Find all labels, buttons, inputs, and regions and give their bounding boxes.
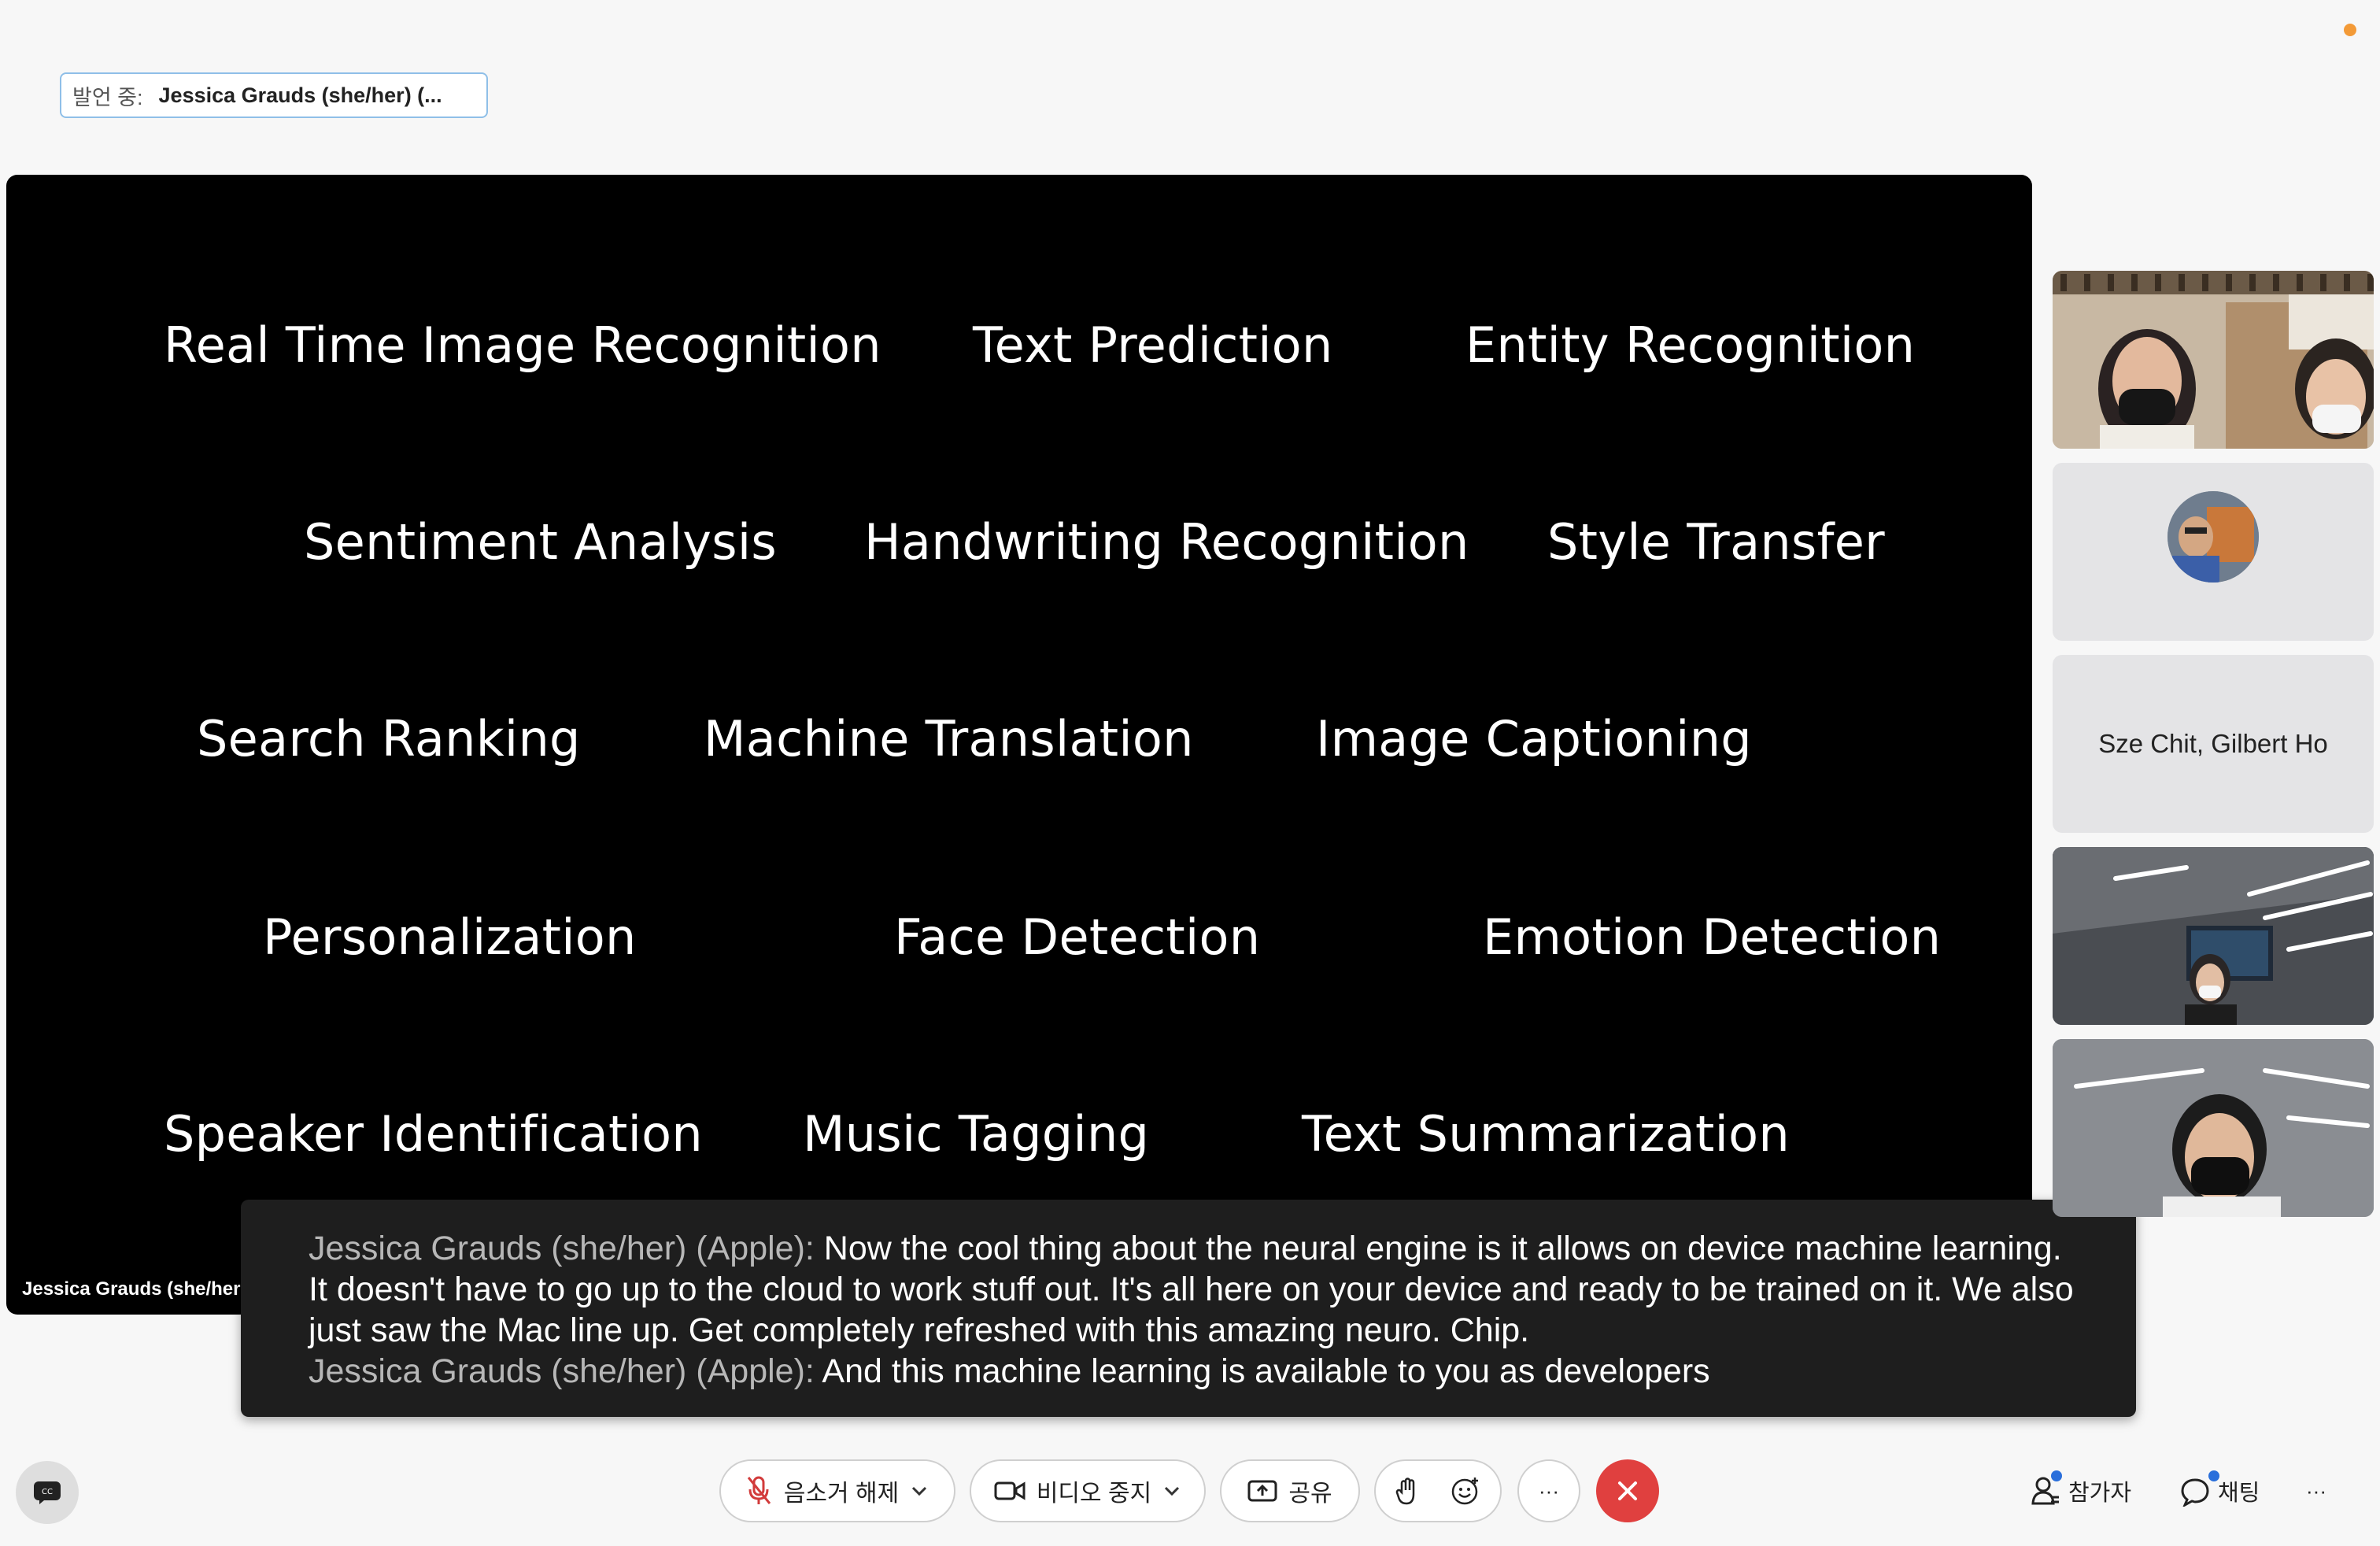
caption-text: And this machine learning is available t… [814, 1352, 1710, 1390]
speaking-name: Jessica Grauds (she/her) (... [158, 83, 442, 107]
speaking-label: 발언 중: [72, 85, 143, 109]
slide-word: Sentiment Analysis [304, 513, 778, 571]
participants-button[interactable]: 참가자 [2031, 1469, 2131, 1513]
stop-video-button[interactable]: 비디오 중지 [970, 1459, 1206, 1522]
overflow-label: ··· [2306, 1478, 2326, 1503]
emoji-reaction-icon[interactable] [1451, 1476, 1480, 1506]
leave-meeting-button[interactable] [1596, 1459, 1659, 1522]
video-icon [994, 1481, 1026, 1500]
slide-word: Face Detection [894, 908, 1261, 966]
raise-hand-icon[interactable] [1395, 1477, 1419, 1505]
participants-icon-wrap [2031, 1470, 2062, 1507]
caption-line: just saw the Mac line up. Get completely… [309, 1310, 2089, 1351]
chat-bubble-icon [2181, 1478, 2209, 1508]
caption-line: Jessica Grauds (she/her) (Apple): Now th… [309, 1228, 2089, 1269]
caption-speaker: Jessica Grauds (she/her) (Apple): [309, 1230, 815, 1267]
caption-speaker: Jessica Grauds (she/her) (Apple): [309, 1352, 815, 1390]
unmute-button[interactable]: 음소거 해제 [719, 1459, 955, 1522]
slide-word: Music Tagging [803, 1105, 1150, 1163]
slide-word: Personalization [263, 908, 637, 966]
slide-word: Image Captioning [1316, 710, 1752, 767]
participant-video-tile[interactable] [2053, 847, 2374, 1025]
presenter-name-label: Jessica Grauds (she/her [22, 1278, 241, 1300]
caption-line: Jessica Grauds (she/her) (Apple): And th… [309, 1351, 2089, 1392]
close-icon [1618, 1481, 1637, 1500]
slide-word: Machine Translation [704, 710, 1194, 767]
more-label: ··· [1539, 1478, 1559, 1503]
chat-button[interactable]: 채팅 [2180, 1469, 2260, 1513]
slide-word: Text Prediction [973, 316, 1333, 374]
participant-video-feed [2053, 1039, 2374, 1217]
reactions-group [1374, 1459, 1502, 1522]
participant-video-feed [2053, 271, 2374, 449]
caption-text: just saw the Mac line up. Get completely… [309, 1311, 1530, 1349]
more-options-button[interactable]: ··· [1517, 1459, 1580, 1522]
slide-word: Speaker Identification [164, 1105, 703, 1163]
notification-dot [2344, 24, 2356, 36]
participant-name: Sze Chit, Gilbert Ho [2098, 729, 2328, 758]
participants-badge [2051, 1470, 2062, 1481]
avatar [2168, 491, 2259, 583]
chevron-down-icon[interactable] [910, 1481, 929, 1500]
participant-avatar-tile[interactable] [2053, 463, 2374, 641]
chat-icon-wrap [2180, 1470, 2219, 1508]
closed-captions-panel[interactable]: Jessica Grauds (she/her) (Apple): Now th… [241, 1200, 2136, 1417]
slide-word: Handwriting Recognition [864, 513, 1469, 571]
chevron-down-icon[interactable] [1162, 1481, 1181, 1500]
shared-screen[interactable]: Real Time Image Recognition Text Predict… [6, 175, 2032, 1315]
share-screen-icon [1247, 1480, 1277, 1502]
participant-video-tile[interactable] [2053, 271, 2374, 449]
participants-label: 참가자 [2068, 1481, 2132, 1506]
mic-muted-icon [747, 1476, 771, 1504]
unmute-label: 음소거 해제 [783, 1481, 900, 1507]
cc-icon: CC [34, 1481, 61, 1504]
slide-word: Search Ranking [197, 710, 581, 767]
overflow-menu-button[interactable]: ··· [2306, 1469, 2326, 1513]
slide-word: Entity Recognition [1465, 316, 1916, 374]
slide-word: Style Transfer [1547, 513, 1885, 571]
share-label: 공유 [1288, 1481, 1332, 1507]
caption-text: Now the cool thing about the neural engi… [814, 1230, 2062, 1267]
svg-text:CC: CC [42, 1488, 53, 1496]
caption-text: It doesn't have to go up to the cloud to… [309, 1270, 2074, 1308]
slide-word: Text Summarization [1302, 1105, 1790, 1163]
chat-label: 채팅 [2218, 1481, 2260, 1506]
captions-toggle-button[interactable]: CC [16, 1461, 79, 1524]
slide-word: Real Time Image Recognition [164, 316, 881, 374]
chat-badge [2208, 1470, 2219, 1481]
caption-line: It doesn't have to go up to the cloud to… [309, 1269, 2089, 1310]
participant-video-tile[interactable] [2053, 1039, 2374, 1217]
active-speaker-indicator[interactable]: 발언 중: Jessica Grauds (she/her) (... [60, 72, 488, 118]
participant-video-feed [2053, 847, 2374, 1025]
slide-word: Emotion Detection [1483, 908, 1942, 966]
participant-name-tile[interactable]: Sze Chit, Gilbert Ho [2053, 655, 2374, 833]
share-button[interactable]: 공유 [1220, 1459, 1360, 1522]
stop-video-label: 비디오 중지 [1036, 1481, 1152, 1507]
